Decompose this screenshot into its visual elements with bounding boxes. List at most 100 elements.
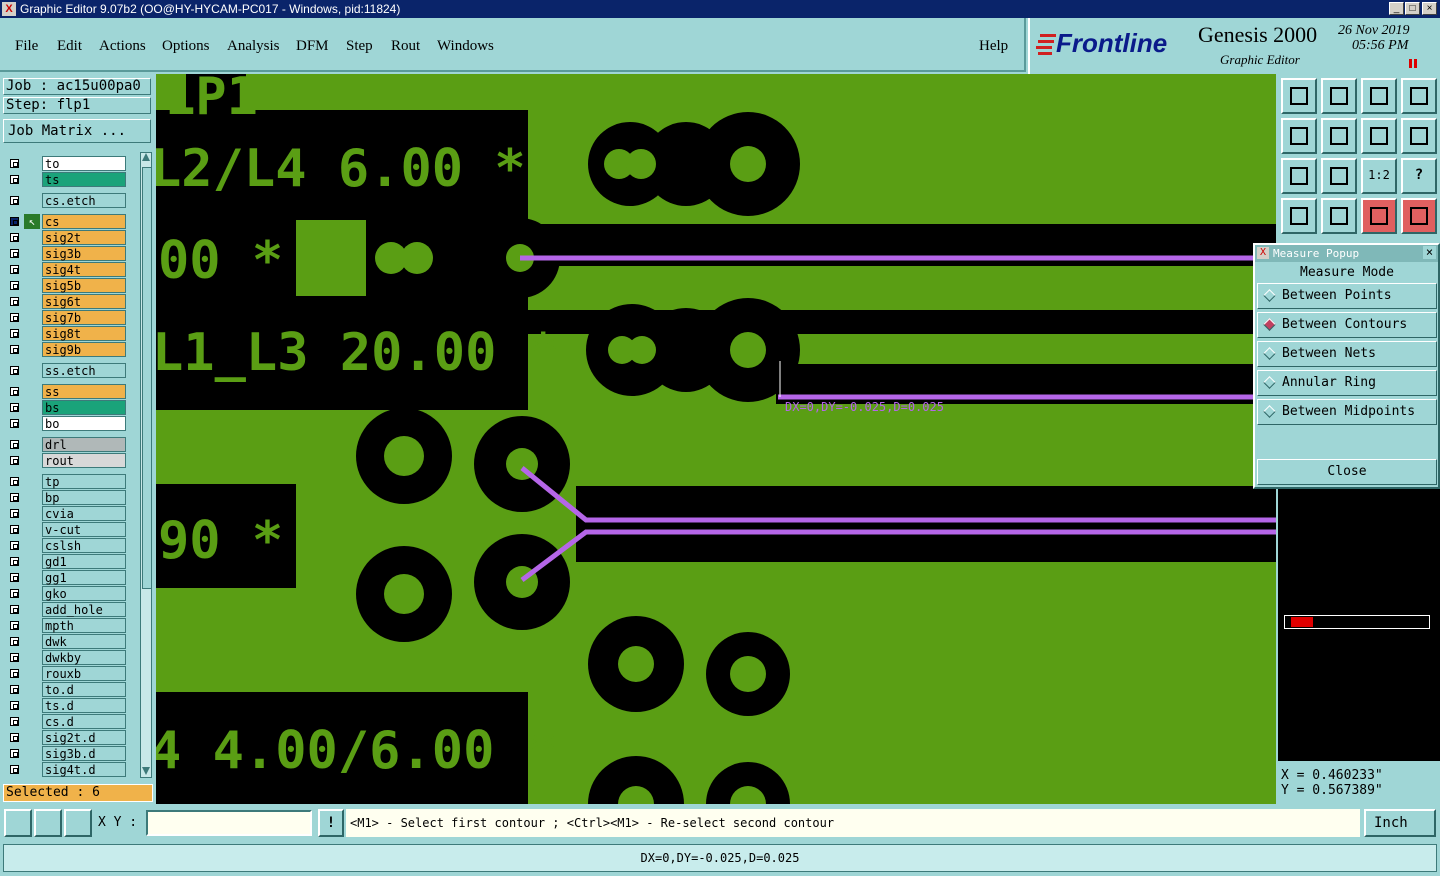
layer-name[interactable]: mpth [42, 618, 126, 633]
layer-name[interactable]: cs [42, 214, 126, 229]
layer-name[interactable]: rout [42, 453, 126, 468]
layer-row[interactable]: drl [4, 437, 126, 453]
layer-name[interactable]: bp [42, 490, 126, 505]
layer-checkbox[interactable] [10, 573, 19, 582]
menu-options[interactable]: Options [162, 38, 210, 55]
layer-list-scrollbar[interactable] [140, 152, 152, 778]
layer-checkbox[interactable] [10, 265, 19, 274]
layer-row[interactable]: ↖ cs [4, 214, 126, 230]
layer-row[interactable]: sig9b [4, 342, 126, 358]
zoom-out-button[interactable] [1281, 158, 1317, 194]
layer-checkbox[interactable] [10, 509, 19, 518]
layer-row[interactable]: ss.etch [4, 363, 126, 379]
layer-row[interactable]: gg1 [4, 570, 126, 586]
layer-row[interactable]: ts.d [4, 698, 126, 714]
option-annular-ring[interactable]: Annular Ring [1257, 370, 1437, 396]
layer-row[interactable]: rout [4, 453, 126, 469]
layer-row[interactable]: add_hole [4, 602, 126, 618]
zoom-1-2-button[interactable]: 1:2 [1361, 158, 1397, 194]
layer-name[interactable]: sig9b [42, 342, 126, 357]
layer-name[interactable]: cs.d [42, 714, 126, 729]
layer-checkbox[interactable] [10, 765, 19, 774]
layer-row[interactable]: cslsh [4, 538, 126, 554]
pan-right-button[interactable] [1321, 118, 1357, 154]
layer-name[interactable]: ss [42, 384, 126, 399]
layer-checkbox[interactable] [10, 621, 19, 630]
snap-button[interactable] [1361, 198, 1397, 234]
layer-row[interactable]: bs [4, 400, 126, 416]
popup-close-icon[interactable]: × [1423, 246, 1436, 259]
layer-name[interactable]: gg1 [42, 570, 126, 585]
layer-name[interactable]: sig2t.d [42, 730, 126, 745]
menu-actions[interactable]: Actions [99, 38, 146, 55]
snap-mode-button[interactable] [34, 809, 62, 837]
layer-checkbox[interactable] [10, 541, 19, 550]
layer-name[interactable]: ts [42, 172, 126, 187]
layer-checkbox[interactable] [10, 717, 19, 726]
layer-name[interactable]: add_hole [42, 602, 126, 617]
option-between-contours[interactable]: Between Contours [1257, 312, 1437, 338]
layer-row[interactable]: sig3b [4, 246, 126, 262]
layer-checkbox[interactable] [10, 345, 19, 354]
layer-name[interactable]: dwk [42, 634, 126, 649]
layer-name[interactable]: sig2t [42, 230, 126, 245]
pan-down-button[interactable] [1321, 78, 1357, 114]
layer-name[interactable]: sig8t [42, 326, 126, 341]
layer-row[interactable]: gko [4, 586, 126, 602]
layer-row[interactable]: to [4, 156, 126, 172]
layer-checkbox[interactable] [10, 249, 19, 258]
option-between-points[interactable]: Between Points [1257, 283, 1437, 309]
layer-checkbox[interactable] [10, 557, 19, 566]
layer-name[interactable]: sig3b.d [42, 746, 126, 761]
layer-row[interactable]: dwkby [4, 650, 126, 666]
layer-row[interactable]: sig5b [4, 278, 126, 294]
overview-viewport[interactable] [1291, 617, 1313, 627]
layer-name[interactable]: sig5b [42, 278, 126, 293]
layer-checkbox[interactable] [10, 297, 19, 306]
selection-mode-button[interactable] [4, 809, 32, 837]
layer-name[interactable]: v-cut [42, 522, 126, 537]
layer-name[interactable]: ss.etch [42, 363, 126, 378]
layer-name[interactable]: to.d [42, 682, 126, 697]
layer-name[interactable]: drl [42, 437, 126, 452]
layer-checkbox[interactable] [10, 403, 19, 412]
layer-checkbox[interactable] [10, 637, 19, 646]
graphic-canvas[interactable]: LP1 L2/L4 6.00 * 00 * L1_L3 20.00 * 90 *… [156, 74, 1276, 804]
layer-checkbox[interactable] [10, 159, 19, 168]
layer-name[interactable]: cslsh [42, 538, 126, 553]
layer-row[interactable]: sig4t [4, 262, 126, 278]
layer-row[interactable]: sig2t.d [4, 730, 126, 746]
layer-checkbox[interactable] [10, 493, 19, 502]
net-button[interactable] [1401, 198, 1437, 234]
option-between-midpoints[interactable]: Between Midpoints [1257, 399, 1437, 425]
layer-row[interactable]: tp [4, 474, 126, 490]
layer-row[interactable]: bp [4, 490, 126, 506]
layer-row[interactable]: gd1 [4, 554, 126, 570]
layer-checkbox[interactable] [10, 329, 19, 338]
layer-checkbox[interactable] [10, 477, 19, 486]
layer-name[interactable]: sig6t [42, 294, 126, 309]
layer-row[interactable]: sig4t.d [4, 762, 126, 778]
layer-row[interactable]: cs.d [4, 714, 126, 730]
zoom-in-button[interactable] [1321, 158, 1357, 194]
menu-rout[interactable]: Rout [391, 38, 420, 55]
layer-row[interactable]: sig7b [4, 310, 126, 326]
close-window-button[interactable]: × [1422, 2, 1437, 15]
help-query-button[interactable]: ? [1401, 158, 1437, 194]
layer-name[interactable]: cvia [42, 506, 126, 521]
menu-help[interactable]: Help [979, 38, 1008, 55]
layer-row[interactable]: rouxb [4, 666, 126, 682]
pause-icon[interactable] [1409, 59, 1412, 68]
layer-checkbox[interactable] [10, 217, 19, 226]
undo-zoom-button[interactable] [1361, 118, 1397, 154]
layer-checkbox[interactable] [10, 733, 19, 742]
work-layer-arrow-icon[interactable]: ↖ [24, 214, 40, 229]
menu-windows[interactable]: Windows [437, 38, 494, 55]
layer-checkbox[interactable] [10, 669, 19, 678]
layer-checkbox[interactable] [10, 605, 19, 614]
measure-popup-titlebar[interactable]: X Measure Popup × [1255, 245, 1438, 262]
home-button[interactable] [1361, 78, 1397, 114]
menu-step[interactable]: Step [346, 38, 373, 55]
app-icon[interactable]: X [2, 2, 16, 16]
pan-left-button[interactable] [1281, 118, 1317, 154]
